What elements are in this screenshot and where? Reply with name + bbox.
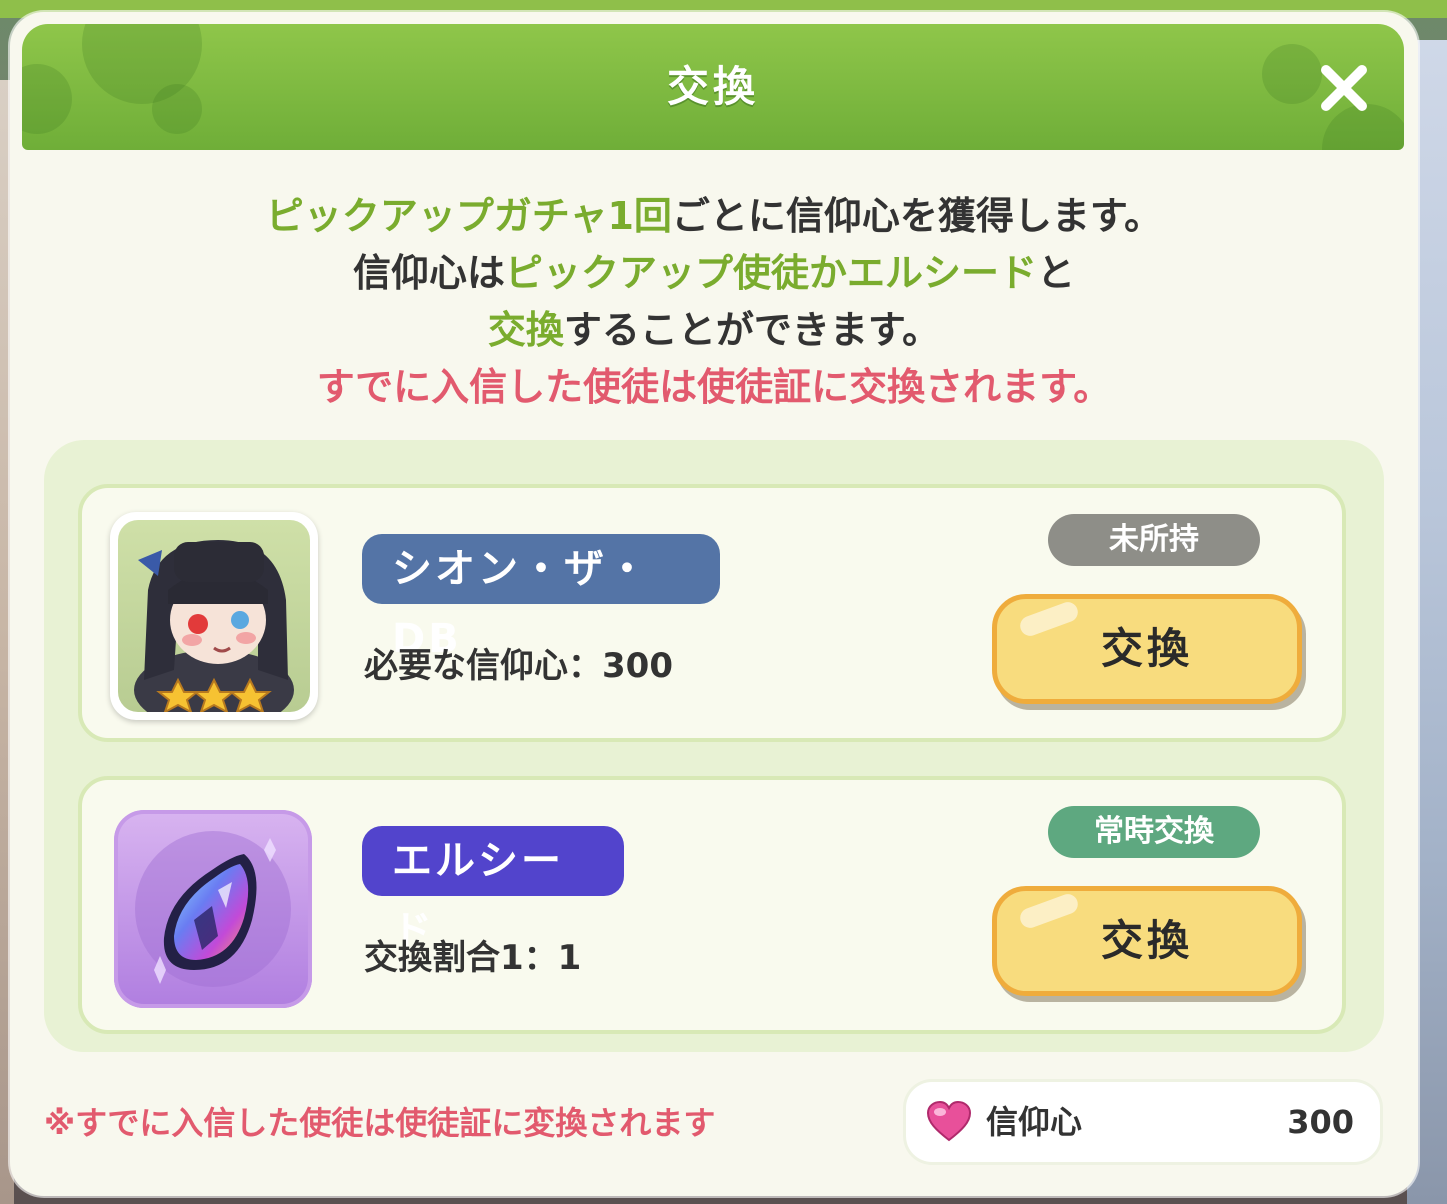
info-text-gain: ごとに信仰心を獲得します。 [671,194,1163,238]
required-faith-text: 必要な信仰心：300 [364,646,673,686]
info-line-1: ピックアップガチャ1回ごとに信仰心を獲得します。 [10,188,1418,245]
info-highlight-exchange: 交換 [487,308,564,352]
character-portrait-icon [134,540,294,712]
status-badge-always: 常時交換 [1048,806,1260,858]
currency-label: 信仰心 [986,1103,1083,1141]
elseed-crystal-icon [135,831,291,987]
character-portrait [110,512,318,720]
close-button[interactable] [1318,62,1370,114]
exchange-list: シオン・ザ・DB 必要な信仰心：300 未所持 交換 エルシード 交換割合1：1… [44,440,1384,1052]
info-text-can: することができます。 [563,308,941,352]
exchange-card-character: シオン・ザ・DB 必要な信仰心：300 未所持 交換 [78,484,1346,742]
info-highlight-gacha: ピックアップガチャ1回 [265,194,672,238]
info-highlight-targets: ピックアップ使徒かエルシード [504,251,1037,295]
info-line-4-warning: すでに入信した使徒は使徒証に交換されます。 [316,365,1112,409]
exchange-character-button[interactable]: 交換 [992,594,1302,704]
dialog-header: 交換 [22,24,1404,150]
elseed-name-label: エルシード [362,826,624,954]
character-name-label: シオン・ザ・DB [362,534,720,662]
info-text: ピックアップガチャ1回ごとに信仰心を獲得します。 信仰心はピックアップ使徒かエル… [10,188,1418,416]
close-icon [1321,65,1367,111]
crystal-icon [114,810,312,1008]
info-text-and: と [1037,251,1076,295]
exchange-button-label: 交換 [1100,916,1193,965]
info-line-2: 信仰心はピックアップ使徒かエルシードと [10,245,1418,302]
currency-value: 300 [1287,1103,1354,1141]
status-badge-not-owned: 未所持 [1048,514,1260,566]
info-line-3: 交換することができます。 [10,302,1418,359]
exchange-ratio-text: 交換割合1：1 [364,938,582,978]
exchange-elseed-button[interactable]: 交換 [992,886,1302,996]
footer-warning-note: ※すでに入信した使徒は使徒証に変換されます [44,1104,716,1142]
exchange-dialog: 交換 ピックアップガチャ1回ごとに信仰心を獲得します。 信仰心はピックアップ使徒… [10,12,1418,1196]
currency-display: 信仰心 300 [906,1082,1380,1162]
info-text-faith: 信仰心は [352,251,505,295]
exchange-card-elseed: エルシード 交換割合1：1 常時交換 交換 [78,776,1346,1034]
dialog-title: 交換 [666,62,759,111]
heart-icon [926,1100,972,1142]
exchange-button-label: 交換 [1100,624,1193,673]
